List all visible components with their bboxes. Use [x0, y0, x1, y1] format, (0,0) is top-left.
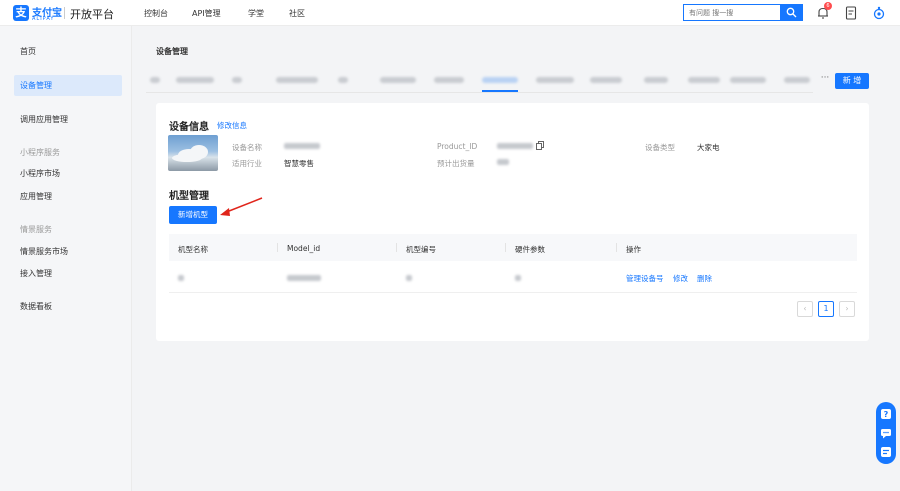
- delete-model-link[interactable]: 删除: [697, 273, 712, 284]
- nav-community[interactable]: 社区: [289, 8, 305, 19]
- device-tab[interactable]: [536, 77, 574, 83]
- col-model-id: Model_id: [287, 244, 321, 253]
- device-tab[interactable]: [590, 77, 622, 83]
- device-info-title: 设备信息: [169, 122, 209, 133]
- model-id-cell-redacted: [287, 275, 321, 281]
- model-table-header: 机型名称 Model_id 机型编号 硬件参数 操作: [169, 234, 857, 261]
- next-page-button[interactable]: ›: [839, 301, 855, 317]
- device-detail-card: [156, 103, 869, 341]
- expected-volume-label: 预计出货量: [437, 159, 475, 168]
- copy-icon[interactable]: [536, 141, 544, 150]
- industry-value: 智慧零售: [284, 159, 314, 168]
- sidebar-item-home[interactable]: 首页: [0, 46, 132, 57]
- col-hardware-params: 硬件参数: [515, 245, 545, 254]
- device-tab[interactable]: [338, 77, 348, 83]
- svg-text:?: ?: [884, 410, 889, 419]
- search-icon: [786, 7, 797, 18]
- logo-divider: [64, 7, 65, 19]
- nav-academy[interactable]: 学堂: [248, 8, 264, 19]
- nav-api-management[interactable]: API管理: [192, 8, 221, 19]
- device-tab[interactable]: [688, 77, 720, 83]
- table-row: [169, 262, 857, 293]
- device-tab[interactable]: [276, 77, 318, 83]
- sidebar-item-app-management[interactable]: 应用管理: [0, 191, 132, 202]
- device-tab[interactable]: [644, 77, 668, 83]
- chat-icon[interactable]: [880, 427, 892, 439]
- add-model-button[interactable]: 新增机型: [169, 206, 217, 224]
- prev-page-button[interactable]: ‹: [797, 301, 813, 317]
- gear-icon[interactable]: [872, 6, 886, 20]
- device-tab-active[interactable]: [482, 77, 518, 83]
- device-tab[interactable]: [176, 77, 214, 83]
- sidebar-group-mini-program: 小程序服务: [20, 148, 60, 157]
- device-type-label: 设备类型: [645, 143, 675, 152]
- hardware-params-cell-redacted: [515, 275, 521, 281]
- page-title: 设备管理: [156, 47, 188, 56]
- page-1-button[interactable]: 1: [818, 301, 834, 317]
- platform-title[interactable]: 开放平台: [70, 6, 114, 22]
- sidebar-item-app-call-management[interactable]: 调用应用管理: [0, 114, 132, 125]
- device-tab[interactable]: [730, 77, 766, 83]
- column-divider: [396, 243, 397, 252]
- device-name-label: 设备名称: [232, 143, 262, 152]
- brand-name-en: ALIPAY: [32, 16, 55, 22]
- red-arrow-annotation: [220, 197, 263, 216]
- device-type-value: 大家电: [697, 143, 720, 152]
- model-name-cell-redacted: [178, 275, 184, 281]
- device-tab[interactable]: [380, 77, 416, 83]
- document-icon[interactable]: [845, 6, 857, 20]
- edit-info-link[interactable]: 修改信息: [217, 120, 247, 131]
- device-name-value-redacted: [284, 143, 320, 149]
- sidebar-item-scene-market[interactable]: 情景服务市场: [0, 246, 132, 257]
- sidebar-item-access-management[interactable]: 接入管理: [0, 268, 132, 279]
- device-image: [168, 135, 218, 171]
- device-tabs: [146, 69, 813, 93]
- col-actions: 操作: [626, 245, 641, 254]
- device-tab[interactable]: [434, 77, 464, 83]
- cloud-shape: [172, 154, 202, 162]
- model-management-title: 机型管理: [169, 191, 209, 202]
- edit-model-link[interactable]: 修改: [673, 273, 688, 284]
- device-tab[interactable]: [784, 77, 810, 83]
- industry-label: 适用行业: [232, 159, 262, 168]
- alipay-logo-icon[interactable]: 支: [13, 5, 29, 21]
- add-device-button[interactable]: 新 增: [835, 73, 869, 89]
- top-bar: 支 支付宝 ALIPAY 开放平台 控制台 API管理 学堂 社区 6: [0, 0, 900, 26]
- manage-device-number-link[interactable]: 管理设备号: [626, 273, 664, 284]
- column-divider: [505, 243, 506, 252]
- model-number-cell-redacted: [406, 275, 412, 281]
- sidebar-item-device-management[interactable]: 设备管理: [14, 75, 122, 96]
- device-tab[interactable]: [232, 77, 242, 83]
- feedback-icon[interactable]: [880, 446, 892, 458]
- col-model-name: 机型名称: [178, 245, 208, 254]
- sidebar-item-dashboard[interactable]: 数据看板: [0, 301, 132, 312]
- more-tabs-button[interactable]: ···: [818, 73, 832, 87]
- column-divider: [277, 243, 278, 252]
- search-input[interactable]: [683, 4, 780, 21]
- expected-volume-value-redacted: [497, 159, 509, 165]
- sidebar: 首页 设备管理 调用应用管理 小程序服务 小程序市场 应用管理 情景服务 情景服…: [0, 26, 132, 491]
- product-id-label: Product_ID: [437, 142, 478, 151]
- nav-console[interactable]: 控制台: [144, 8, 168, 19]
- active-tab-indicator: [482, 90, 518, 92]
- device-tab[interactable]: [150, 77, 160, 83]
- col-model-number: 机型编号: [406, 245, 436, 254]
- sidebar-item-mini-program-market[interactable]: 小程序市场: [0, 168, 132, 179]
- column-divider: [616, 243, 617, 252]
- product-id-value-redacted: [497, 143, 533, 149]
- notification-badge: 6: [824, 2, 832, 10]
- search-button[interactable]: [780, 4, 803, 21]
- help-icon[interactable]: ?: [880, 408, 892, 420]
- sidebar-group-scene-service: 情景服务: [20, 225, 52, 234]
